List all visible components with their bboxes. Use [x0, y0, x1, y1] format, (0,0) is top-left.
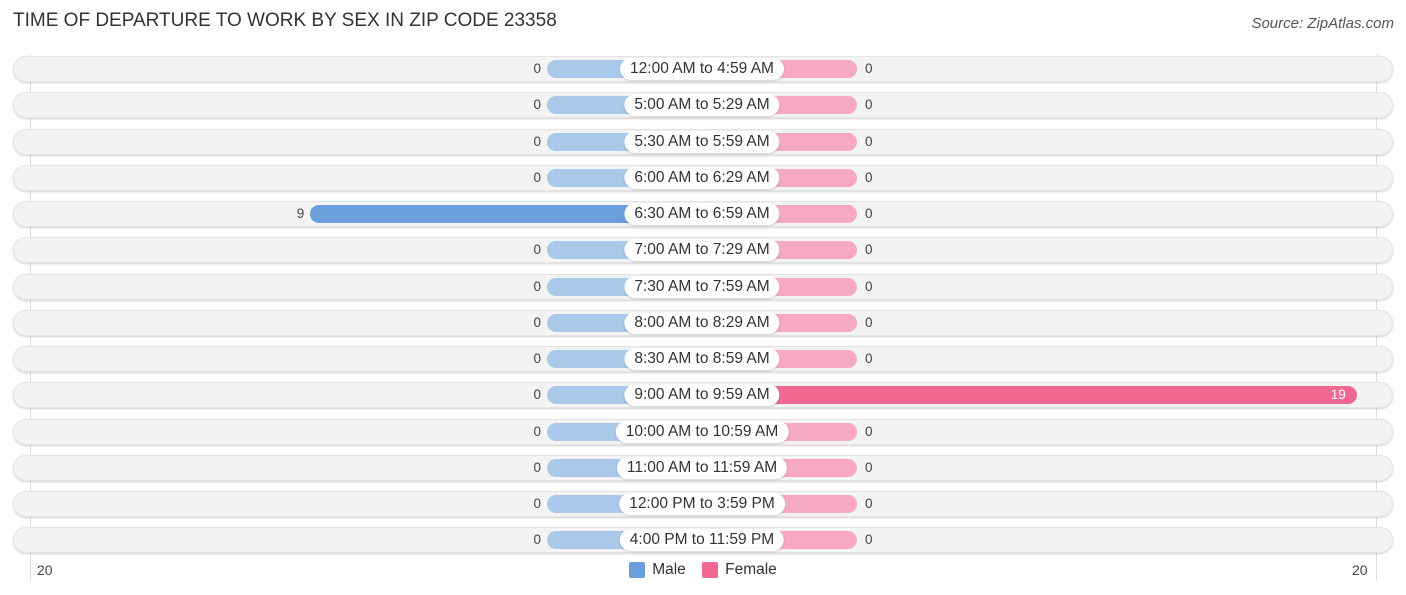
source-label: Source: ZipAtlas.com — [1251, 15, 1394, 32]
legend-label-male: Male — [652, 561, 686, 578]
category-label: 6:00 AM to 6:29 AM — [624, 166, 780, 189]
bar-female — [702, 386, 1357, 405]
chart-row: 0 0 8:30 AM to 8:59 AM — [13, 346, 1393, 372]
chart-row: 0 0 11:00 AM to 11:59 AM — [13, 454, 1393, 481]
chart-row: 0 0 6:00 AM to 6:29 AM — [13, 164, 1393, 191]
value-label-female: 0 — [865, 423, 873, 439]
value-label-male: 0 — [533, 242, 541, 258]
legend-swatch-male — [629, 562, 646, 578]
chart-row: 0 0 4:00 PM to 11:59 PM — [13, 527, 1393, 554]
category-label: 11:00 AM to 11:59 AM — [616, 456, 788, 479]
value-label-male: 0 — [533, 133, 541, 149]
value-label-female: 19 — [1330, 387, 1346, 403]
value-label-male: 0 — [533, 314, 541, 330]
value-label-female: 0 — [865, 496, 873, 511]
category-label: 9:00 AM to 9:59 AM — [624, 384, 780, 407]
value-label-male: 0 — [533, 459, 541, 475]
chart-row: 0 0 7:30 AM to 7:59 AM — [13, 273, 1393, 300]
value-label-female: 0 — [865, 97, 873, 113]
value-label-male: 0 — [533, 61, 541, 76]
chart-row: 0 0 12:00 AM to 4:59 AM — [13, 56, 1393, 82]
category-label: 6:30 AM to 6:59 AM — [624, 203, 780, 225]
value-label-female: 0 — [865, 133, 873, 149]
chart-row: 0 0 5:00 AM to 5:29 AM — [13, 92, 1393, 119]
chart-row: 0 0 10:00 AM to 10:59 AM — [13, 418, 1393, 445]
value-label-male: 0 — [533, 169, 541, 185]
value-label-female: 0 — [865, 532, 873, 548]
value-label-female: 0 — [865, 351, 873, 366]
chart-row: 0 0 12:00 PM to 3:59 PM — [13, 491, 1393, 517]
legend-swatch-female — [702, 562, 719, 578]
value-label-female: 0 — [865, 459, 873, 475]
category-label: 8:00 AM to 8:29 AM — [624, 311, 780, 334]
value-label-male: 0 — [533, 496, 541, 511]
value-label-female: 0 — [865, 206, 873, 221]
value-label-male: 0 — [533, 97, 541, 113]
chart-row: 0 0 7:00 AM to 7:29 AM — [13, 237, 1393, 264]
legend-label-female: Female — [725, 561, 777, 578]
value-label-female: 0 — [865, 169, 873, 185]
value-label-male: 0 — [533, 351, 541, 366]
legend: Male Female — [0, 561, 1406, 583]
category-label: 10:00 AM to 10:59 AM — [615, 420, 789, 443]
legend-item-male: Male — [629, 561, 686, 579]
category-label: 4:00 PM to 11:59 PM — [619, 529, 785, 552]
value-label-male: 0 — [533, 532, 541, 548]
value-label-female: 0 — [865, 314, 873, 330]
category-label: 12:00 PM to 3:59 PM — [619, 493, 785, 515]
category-label: 8:30 AM to 8:59 AM — [624, 348, 780, 370]
value-label-male: 9 — [296, 206, 305, 221]
category-label: 5:30 AM to 5:59 AM — [624, 130, 780, 153]
category-label: 7:30 AM to 7:59 AM — [624, 275, 780, 298]
value-label-female: 0 — [865, 278, 873, 294]
category-label: 12:00 AM to 4:59 AM — [620, 58, 784, 80]
legend-item-female: Female — [702, 561, 777, 579]
chart-title: TIME OF DEPARTURE TO WORK BY SEX IN ZIP … — [13, 10, 557, 31]
category-label: 5:00 AM to 5:29 AM — [624, 94, 780, 117]
value-label-female: 0 — [865, 242, 873, 258]
value-label-female: 0 — [865, 61, 873, 76]
value-label-male: 0 — [533, 423, 541, 439]
value-label-male: 0 — [533, 387, 541, 403]
value-label-male: 0 — [533, 278, 541, 294]
chart-row: 0 0 5:30 AM to 5:59 AM — [13, 128, 1393, 155]
category-label: 7:00 AM to 7:29 AM — [624, 239, 780, 262]
chart-row: 9 0 6:30 AM to 6:59 AM — [13, 201, 1393, 227]
chart-row: 0 19 9:00 AM to 9:59 AM — [13, 382, 1393, 409]
chart-row: 0 0 8:00 AM to 8:29 AM — [13, 309, 1393, 336]
